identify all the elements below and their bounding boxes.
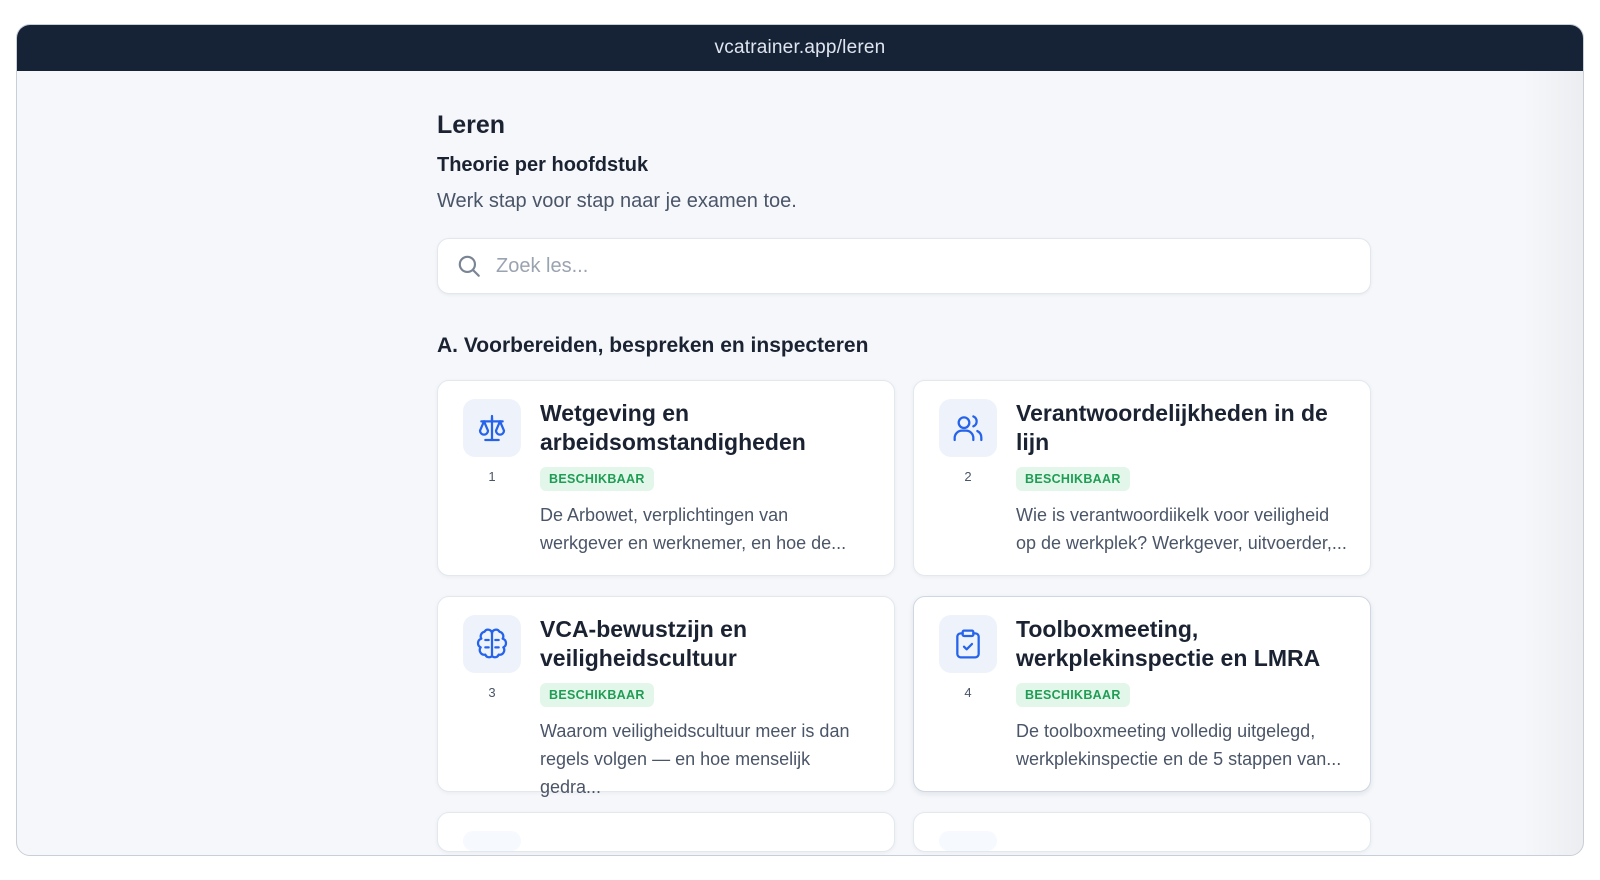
address-bar[interactable]: vcatrainer.app/leren bbox=[17, 25, 1583, 71]
lesson-description: Waarom veiligheidscultuur meer is dan re… bbox=[540, 721, 850, 797]
status-badge: BESCHIKBAAR bbox=[540, 467, 654, 491]
lesson-title: Toolboxmeeting, werkplekinspectie en LMR… bbox=[1016, 616, 1321, 671]
lesson-number: 2 bbox=[964, 469, 972, 484]
lesson-title: Wetgeving en arbeidsomstandigheden bbox=[540, 400, 806, 455]
scale-icon bbox=[478, 414, 506, 442]
status-badge: BESCHIKBAAR bbox=[1016, 467, 1130, 491]
card-side: 4 bbox=[938, 615, 998, 791]
card-icon-box bbox=[463, 831, 521, 851]
browser-window: vcatrainer.app/leren Leren Theorie per h… bbox=[16, 24, 1584, 856]
status-badge: BESCHIKBAAR bbox=[540, 683, 654, 707]
card-icon-box bbox=[939, 615, 997, 673]
lesson-card[interactable]: 2 Verantwoordelijkheden in de lijn BESCH… bbox=[913, 380, 1371, 576]
section-title: A. Voorbereiden, bespreken en inspectere… bbox=[437, 334, 869, 357]
scroll-edge-shadow bbox=[1523, 71, 1583, 855]
card-icon-box bbox=[463, 399, 521, 457]
card-icon-box bbox=[463, 615, 521, 673]
lesson-title: VCA-bewustzijn en veiligheidscultuur bbox=[540, 616, 748, 671]
lesson-card[interactable]: 3 VCA-bewustzijn en veiligheidscultuur B… bbox=[437, 596, 895, 797]
lesson-card[interactable]: 1 Wetgeving en arbeidsomstandigheden BES… bbox=[437, 380, 895, 576]
lesson-description: De toolboxmeeting volledig uitgelegd, we… bbox=[1016, 721, 1342, 769]
search-input[interactable] bbox=[496, 254, 1316, 278]
card-side bbox=[462, 831, 522, 851]
card-side: 2 bbox=[938, 399, 998, 575]
card-icon-box bbox=[939, 399, 997, 457]
lesson-grid: 1 Wetgeving en arbeidsomstandigheden BES… bbox=[437, 380, 1371, 852]
main-content: Leren Theorie per hoofdstuk Werk stap vo… bbox=[437, 71, 1371, 852]
lesson-card[interactable]: 4 Toolboxmeeting, werkplekinspectie en L… bbox=[913, 596, 1371, 792]
lesson-title: Verantwoordelijkheden in de lijn bbox=[1016, 400, 1328, 455]
status-badge: BESCHIKBAAR bbox=[1016, 683, 1130, 707]
page-subtitle: Theorie per hoofdstuk bbox=[437, 154, 649, 176]
card-side: 3 bbox=[462, 615, 522, 791]
page-title: Leren bbox=[437, 111, 506, 139]
lesson-number: 1 bbox=[488, 469, 496, 484]
card-side bbox=[938, 831, 998, 851]
page-description: Werk stap voor stap naar je examen toe. bbox=[437, 190, 797, 212]
search-bar[interactable] bbox=[437, 238, 1371, 294]
url-text: vcatrainer.app/leren bbox=[714, 37, 886, 58]
card-body: Wetgeving en arbeidsomstandigheden BESCH… bbox=[540, 399, 874, 575]
brain-icon bbox=[476, 628, 508, 659]
page-viewport[interactable]: Leren Theorie per hoofdstuk Werk stap vo… bbox=[17, 71, 1583, 855]
search-icon bbox=[456, 253, 482, 279]
card-side: 1 bbox=[462, 399, 522, 575]
users-icon bbox=[953, 415, 983, 442]
card-body: Toolboxmeeting, werkplekinspectie en LMR… bbox=[1016, 615, 1350, 791]
lesson-card-partial[interactable] bbox=[913, 812, 1371, 852]
card-body: VCA-bewustzijn en veiligheidscultuur BES… bbox=[540, 615, 874, 797]
lesson-number: 4 bbox=[964, 685, 972, 700]
lesson-description: De Arbowet, verplichtingen van werkgever… bbox=[540, 505, 847, 553]
card-body: Verantwoordelijkheden in de lijn BESCHIK… bbox=[1016, 399, 1350, 575]
lesson-card-partial[interactable] bbox=[437, 812, 895, 852]
lesson-number: 3 bbox=[488, 685, 496, 700]
card-icon-box bbox=[939, 831, 997, 851]
clipboard-check-icon bbox=[956, 629, 980, 659]
lesson-description: Wie is verantwoordiikelk voor veiligheid… bbox=[1016, 505, 1347, 553]
